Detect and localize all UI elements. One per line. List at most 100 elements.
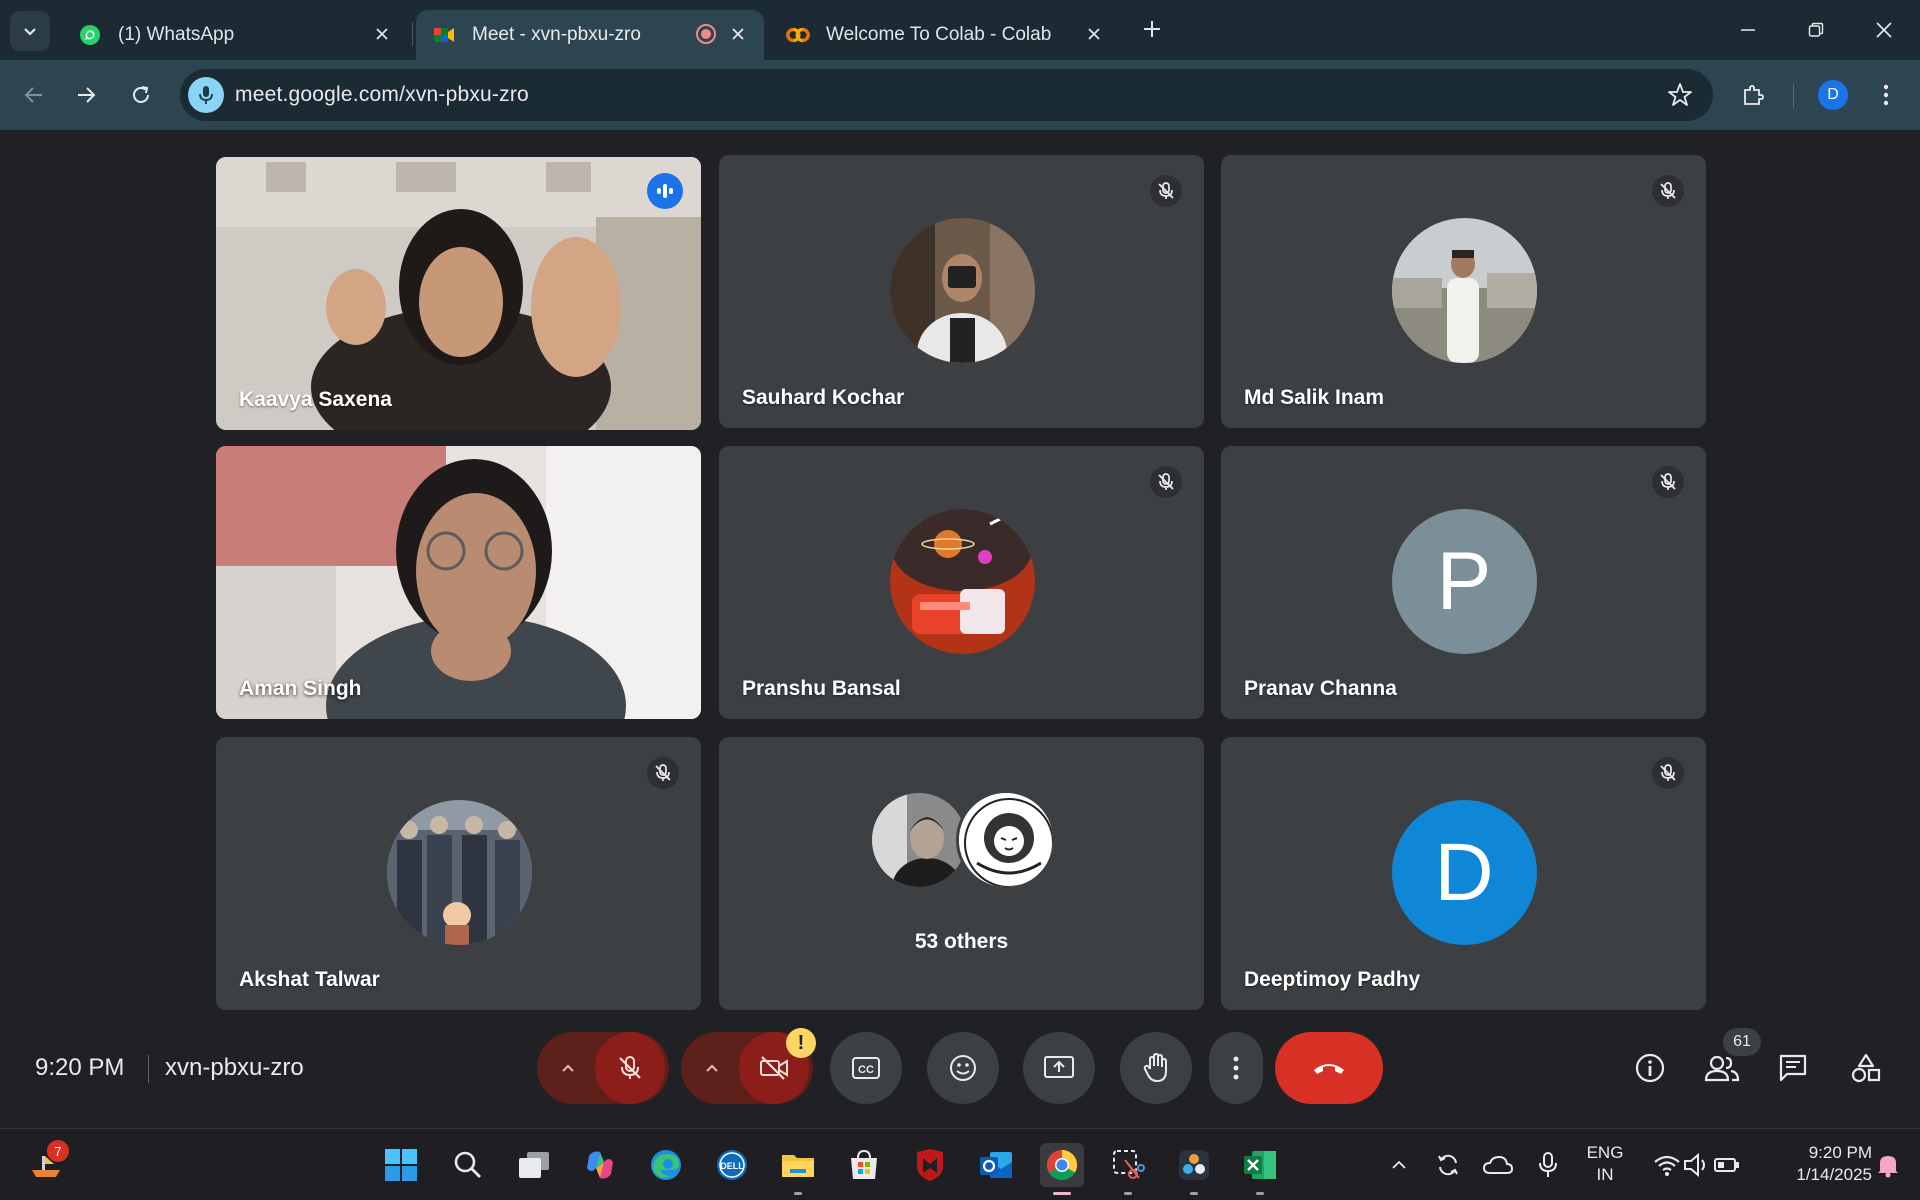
sync-icon[interactable] [1430, 1143, 1466, 1187]
microsoft-store-icon[interactable] [842, 1143, 886, 1187]
onedrive-icon[interactable] [1480, 1143, 1516, 1187]
audio-options-button[interactable] [541, 1032, 595, 1104]
avatar [386, 800, 532, 945]
taskbar-date: 1/14/2025 [1796, 1165, 1872, 1184]
leave-call-button[interactable] [1275, 1032, 1383, 1104]
extensions-icon[interactable] [1735, 77, 1771, 113]
avatar [869, 790, 969, 890]
participant-tile[interactable]: Akshat Talwar [216, 737, 701, 1010]
mic-control-group [537, 1032, 669, 1104]
info-icon [1635, 1053, 1665, 1083]
reactions-button[interactable] [927, 1032, 999, 1104]
close-window-icon[interactable] [1850, 0, 1918, 60]
taskbar-clock[interactable]: 9:20 PM 1/14/2025 [1762, 1142, 1872, 1186]
bookmark-star-icon[interactable] [1667, 82, 1693, 108]
profile-avatar[interactable]: D [1818, 80, 1848, 110]
muted-mic-icon [1652, 757, 1684, 789]
participant-tile[interactable]: Kaavya Saxena [216, 157, 701, 430]
new-tab-icon[interactable] [1137, 14, 1167, 44]
close-tab-icon[interactable] [370, 22, 394, 46]
restore-icon[interactable] [1782, 0, 1850, 60]
recording-icon [694, 22, 718, 46]
browser-tab-bar: (1) WhatsApp Meet - xvn-pbxu-zro Welcome… [0, 0, 1920, 60]
whatsapp-icon [78, 23, 102, 47]
windows-taskbar: DELL ENG IN 9:20 PM 1/14/2025 [0, 1128, 1920, 1200]
svg-text:DELL: DELL [720, 1161, 744, 1171]
reload-icon[interactable] [123, 77, 159, 113]
participant-tile[interactable]: Pranshu Bansal [719, 446, 1204, 719]
people-button[interactable] [1702, 1048, 1742, 1088]
windows-start-icon[interactable] [379, 1143, 423, 1187]
participant-tile[interactable]: Sauhard Kochar [719, 155, 1204, 428]
chrome-icon[interactable] [1040, 1143, 1084, 1195]
microphone-icon[interactable] [1530, 1143, 1566, 1187]
video-options-button[interactable] [685, 1032, 739, 1104]
raise-hand-button[interactable] [1120, 1032, 1192, 1104]
meeting-details-button[interactable] [1630, 1048, 1670, 1088]
outlook-icon[interactable] [974, 1143, 1018, 1187]
tab-title: Meet - xvn-pbxu-zro [472, 24, 641, 45]
activities-icon [1851, 1053, 1881, 1083]
participant-name: Sauhard Kochar [742, 386, 905, 409]
participant-tile[interactable]: P Pranav Channa [1221, 446, 1706, 719]
mcafee-icon[interactable] [908, 1143, 952, 1187]
tab-meet[interactable]: Meet - xvn-pbxu-zro [416, 10, 764, 60]
participant-tile[interactable]: Md Salik Inam [1221, 155, 1706, 428]
notification-bell-icon[interactable] [1868, 1143, 1908, 1187]
search-icon[interactable] [446, 1143, 490, 1187]
address-bar[interactable]: meet.google.com/xvn-pbxu-zro [180, 69, 1713, 121]
google-meet-icon [432, 23, 456, 47]
task-view-icon[interactable] [512, 1143, 556, 1187]
close-tab-icon[interactable] [726, 22, 750, 46]
forward-icon[interactable] [68, 77, 104, 113]
participant-name: Md Salik Inam [1244, 386, 1385, 409]
snipping-tool-icon[interactable] [1106, 1143, 1150, 1195]
emoji-icon [950, 1055, 976, 1081]
chevron-up-icon[interactable] [1384, 1143, 1414, 1187]
hand-icon [1143, 1053, 1167, 1082]
toggle-mic-button[interactable] [595, 1032, 665, 1104]
browser-menu-icon[interactable] [1868, 77, 1904, 113]
meet-stage: Kaavya Saxena Sauhard Kochar Md Salik In… [0, 130, 1920, 1128]
avatar-initial: D [1434, 826, 1494, 918]
input-language-indicator[interactable]: ENG IN [1580, 1142, 1630, 1186]
close-tab-icon[interactable] [1082, 22, 1106, 46]
quick-settings-button[interactable] [1642, 1143, 1752, 1187]
back-icon[interactable] [16, 77, 52, 113]
davinci-resolve-icon[interactable] [1172, 1143, 1216, 1195]
chevron-up-icon [562, 1064, 574, 1072]
captions-button[interactable]: CC [830, 1032, 902, 1104]
excel-icon[interactable] [1238, 1143, 1282, 1195]
tab-search-button[interactable] [10, 11, 50, 51]
camera-warning-badge[interactable]: ! [786, 1028, 816, 1058]
activities-button[interactable] [1846, 1048, 1886, 1088]
present-screen-button[interactable] [1023, 1032, 1095, 1104]
running-indicator [1124, 1192, 1132, 1195]
more-options-button[interactable] [1209, 1032, 1263, 1104]
avatar [889, 218, 1035, 363]
tab-colab[interactable]: Welcome To Colab - Colab [770, 10, 1120, 60]
taskbar-time: 9:20 PM [1808, 1143, 1872, 1162]
participant-tile[interactable]: Aman Singh [216, 446, 701, 719]
dell-app-icon[interactable]: DELL [710, 1143, 754, 1187]
avatar [956, 790, 1056, 890]
browser-toolbar: meet.google.com/xvn-pbxu-zro D [0, 60, 1920, 130]
avatar: P [1391, 509, 1537, 654]
microphone-in-use-icon[interactable] [188, 77, 224, 113]
running-indicator [1256, 1192, 1264, 1195]
chat-button[interactable] [1773, 1048, 1813, 1088]
participant-tile[interactable]: D Deeptimoy Padhy [1221, 737, 1706, 1010]
edge-browser-icon[interactable] [644, 1143, 688, 1187]
participant-name: Pranav Channa [1244, 677, 1397, 700]
region-code: IN [1596, 1165, 1614, 1184]
muted-mic-icon [647, 757, 679, 789]
minimize-icon[interactable] [1714, 0, 1782, 60]
file-explorer-icon[interactable] [776, 1143, 820, 1195]
tab-title: Welcome To Colab - Colab [826, 24, 1052, 45]
tab-whatsapp[interactable]: (1) WhatsApp [62, 10, 408, 60]
others-tile[interactable]: 53 others [719, 737, 1204, 1010]
running-indicator [1190, 1192, 1198, 1195]
chat-icon [1779, 1054, 1807, 1082]
chevron-down-icon [24, 28, 36, 36]
copilot-icon[interactable] [578, 1143, 622, 1187]
